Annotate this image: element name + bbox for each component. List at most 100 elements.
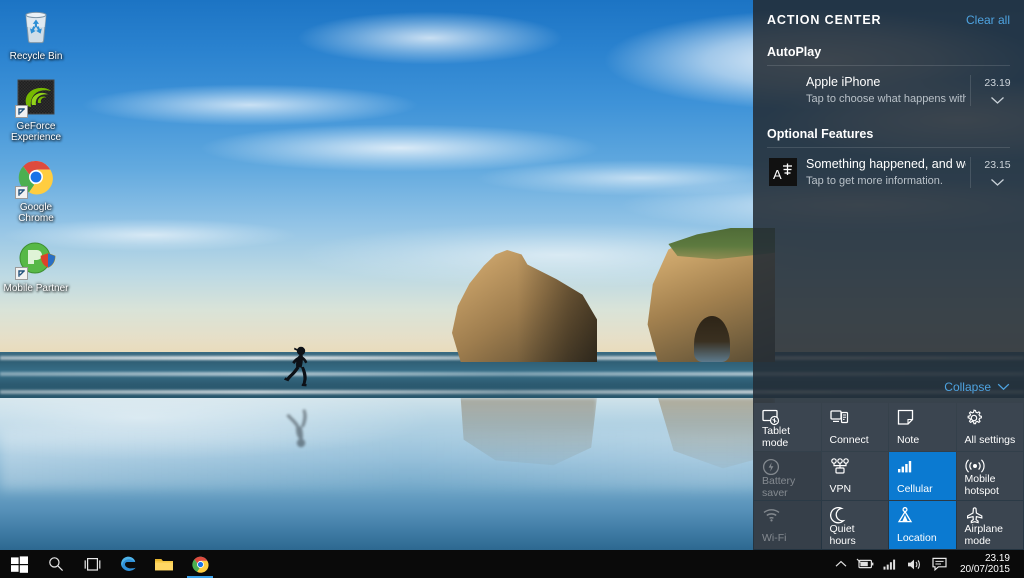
edge-button[interactable] — [110, 550, 146, 578]
notification-subtitle: Tap to choose what happens with this de — [806, 93, 966, 105]
quick-action-label: Cellular — [897, 482, 933, 495]
desktop-icon-geforce-experience[interactable]: GeForce Experience — [0, 70, 72, 145]
gear-icon — [965, 409, 1017, 427]
notifications-area: AutoPlay Apple iPhone Tap to choose what… — [753, 27, 1024, 380]
language-translate-icon: A — [769, 158, 797, 186]
quick-action-label: Location — [897, 531, 937, 544]
clock-date: 20/07/2015 — [959, 564, 1010, 575]
quick-action-label: Battery saver — [762, 475, 796, 499]
desktop-icon-list: Recycle Bin GeForce Experience Google Ch… — [0, 0, 72, 302]
quick-action-label: Airplane mode — [964, 523, 1004, 547]
quick-action-label: VPN — [829, 482, 852, 495]
quick-action-all-settings[interactable]: All settings — [956, 403, 1023, 451]
speech-bubble-icon[interactable] — [932, 557, 947, 571]
notification-title: Apple iPhone — [806, 75, 881, 89]
quick-action-vpn[interactable]: VPN — [821, 452, 888, 500]
vpn-icon — [830, 458, 882, 476]
quick-action-tablet-mode[interactable]: Tablet mode — [754, 403, 821, 451]
notification-time: 23.15 — [984, 159, 1011, 171]
geforce-experience-icon — [15, 76, 57, 118]
quick-action-cellular[interactable]: Cellular — [889, 452, 956, 500]
quick-action-wifi[interactable]: Wi-Fi — [754, 501, 821, 549]
airplane-icon — [965, 507, 1017, 524]
desktop-icon-label: Recycle Bin — [9, 51, 63, 62]
battery-saver-icon — [762, 458, 814, 476]
collapse-button[interactable]: Collapse — [753, 380, 1024, 403]
quick-action-battery-saver[interactable]: Battery saver — [754, 452, 821, 500]
note-icon — [897, 409, 949, 427]
taskbar: 23.19 20/07/2015 — [0, 550, 1024, 578]
windows-logo-icon — [10, 555, 28, 573]
quick-action-note[interactable]: Note — [889, 403, 956, 451]
start-button[interactable] — [0, 550, 38, 578]
notification-item[interactable]: A Something happened, and we coulc Tap t… — [753, 148, 1024, 199]
quick-action-location[interactable]: Location — [889, 501, 956, 549]
search-icon — [48, 556, 64, 572]
wifi-icon — [762, 507, 814, 525]
edge-icon — [118, 554, 138, 574]
quick-action-label: Wi-Fi — [762, 531, 787, 544]
google-chrome-icon — [15, 157, 57, 199]
desktop-icon-recycle-bin[interactable]: Recycle Bin — [0, 0, 72, 64]
quick-action-label: Note — [897, 433, 920, 446]
signal-bars-icon[interactable] — [883, 558, 898, 570]
folder-icon — [154, 556, 174, 573]
blank-icon — [769, 76, 797, 104]
collapse-label: Collapse — [944, 380, 991, 394]
battery-icon[interactable] — [856, 558, 874, 570]
taskbar-clock[interactable]: 23.19 20/07/2015 — [956, 553, 1018, 575]
chevron-up-icon[interactable] — [835, 560, 847, 568]
location-icon — [897, 507, 949, 525]
quick-action-label: Connect — [829, 433, 869, 446]
connect-icon — [829, 409, 882, 427]
notification-item[interactable]: Apple iPhone Tap to choose what happens … — [753, 66, 1024, 117]
file-explorer-button[interactable] — [146, 550, 182, 578]
mobile-partner-icon — [15, 238, 57, 280]
quick-action-label: Quiet hours — [829, 523, 856, 547]
shortcut-arrow-icon — [15, 186, 28, 199]
chrome-button[interactable] — [182, 550, 218, 578]
desktop-icon-label: GeForce Experience — [10, 121, 62, 143]
chevron-down-icon[interactable] — [990, 178, 1005, 187]
task-view-button[interactable] — [74, 550, 110, 578]
action-center-title: ACTION CENTER — [767, 13, 882, 27]
notification-time: 23.19 — [984, 77, 1011, 89]
quick-action-label: All settings — [964, 433, 1016, 446]
quick-action-label: Tablet mode — [762, 425, 791, 449]
notification-title: Something happened, and we coulc — [806, 157, 966, 171]
desktop-icon-label: Google Chrome — [18, 202, 54, 224]
notification-body: Something happened, and we coulc Tap to … — [806, 157, 970, 188]
chevron-down-icon — [997, 383, 1010, 391]
tablet-mode-icon — [762, 409, 814, 426]
chrome-icon — [191, 555, 210, 574]
notification-meta: 23.19 — [970, 75, 1024, 106]
wallpaper-runner — [268, 346, 328, 394]
system-tray: 23.19 20/07/2015 — [835, 550, 1024, 578]
quick-action-airplane-mode[interactable]: Airplane mode — [956, 501, 1023, 549]
task-view-icon — [83, 557, 102, 572]
desktop-icon-google-chrome[interactable]: Google Chrome — [0, 151, 72, 226]
taskbar-buttons — [0, 550, 218, 578]
notification-meta: 23.15 — [970, 157, 1024, 188]
quick-action-quiet-hours[interactable]: Quiet hours — [821, 501, 888, 549]
desktop-screen: Recycle Bin GeForce Experience Google Ch… — [0, 0, 1024, 578]
notification-group-title: AutoPlay — [767, 45, 822, 59]
taskbar-empty-area[interactable] — [218, 550, 835, 578]
search-button[interactable] — [38, 550, 74, 578]
notification-group-title: Optional Features — [767, 127, 874, 141]
shortcut-arrow-icon — [15, 105, 28, 118]
desktop-icon-mobile-partner[interactable]: Mobile Partner — [0, 232, 72, 296]
notification-subtitle: Tap to get more information. — [806, 175, 943, 187]
action-center-header: ACTION CENTER Clear all — [753, 0, 1024, 27]
quick-action-mobile-hotspot[interactable]: Mobile hotspot — [956, 452, 1023, 500]
clear-all-button[interactable]: Clear all — [966, 13, 1010, 27]
recycle-bin-icon — [15, 6, 57, 48]
chevron-down-icon[interactable] — [990, 96, 1005, 105]
quick-action-connect[interactable]: Connect — [821, 403, 888, 451]
moon-icon — [829, 507, 882, 524]
mobile-hotspot-icon — [964, 458, 1017, 474]
speaker-icon[interactable] — [907, 558, 923, 571]
notification-body: Apple iPhone Tap to choose what happens … — [806, 75, 970, 106]
svg-text:A: A — [773, 167, 782, 182]
clock-time: 23.19 — [984, 553, 1010, 564]
